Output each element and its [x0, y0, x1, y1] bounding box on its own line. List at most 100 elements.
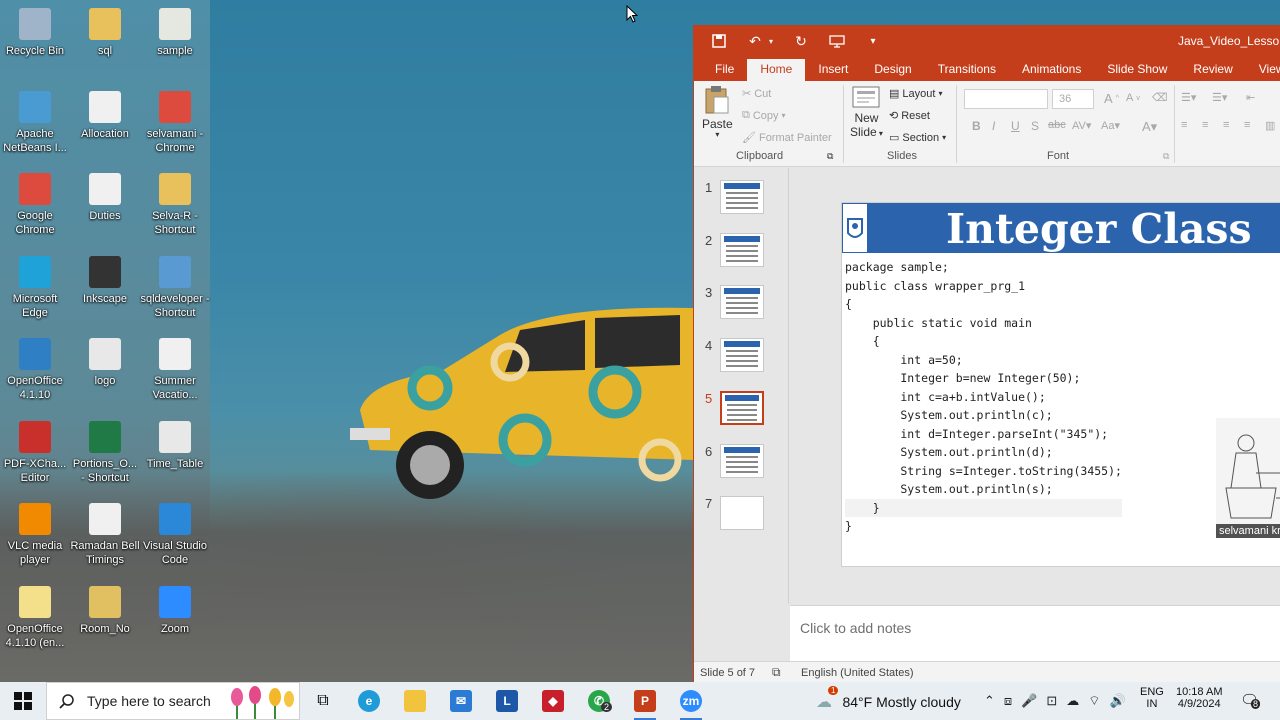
numbering-icon[interactable]: ☰▾ — [1212, 91, 1227, 104]
desktop-icon[interactable]: sample — [140, 4, 210, 58]
desktop-icon[interactable]: OpenOffice 4.1.10 (en... — [0, 582, 70, 650]
slide-thumbnail[interactable]: 2 — [694, 232, 789, 273]
current-slide[interactable]: Integer Class package sample; public clas… — [841, 202, 1280, 567]
taskbar-l-app[interactable]: L — [484, 682, 530, 720]
taskbar-mcafee[interactable]: ◆ — [530, 682, 576, 720]
save-icon[interactable] — [708, 30, 730, 52]
change-case-icon[interactable]: Aa▾ — [1101, 119, 1120, 132]
section-button[interactable]: ▭ Section ▾ — [889, 131, 946, 145]
weather-widget[interactable]: ☁ 1 84°F Mostly cloudy — [816, 686, 961, 712]
slide-thumbnail[interactable]: 3 — [694, 285, 789, 325]
desktop-icon[interactable]: Duties — [70, 169, 140, 223]
tab-design[interactable]: Design — [861, 59, 924, 81]
font-launcher-icon[interactable]: ⧉ — [1163, 151, 1169, 162]
desktop-icon[interactable]: Portions_O... - Shortcut — [70, 417, 140, 485]
tab-review[interactable]: Review — [1180, 59, 1245, 81]
redo-icon[interactable]: ↻ — [790, 30, 812, 52]
start-button[interactable] — [0, 682, 46, 720]
tab-animations[interactable]: Animations — [1009, 59, 1094, 81]
clear-formatting-icon[interactable]: ⌫ — [1152, 91, 1168, 104]
taskbar-powerpoint[interactable]: P — [622, 682, 668, 720]
undo-dropdown-icon[interactable]: ▾ — [766, 30, 776, 52]
volume-icon[interactable]: 🔊 — [1110, 693, 1126, 709]
desktop-icon[interactable]: selvamani - Chrome — [140, 87, 210, 155]
desktop-icon[interactable]: Time_Table — [140, 417, 210, 471]
tab-transitions[interactable]: Transitions — [925, 59, 1009, 81]
tab-home[interactable]: Home — [747, 59, 806, 81]
wifi-icon[interactable]: ⌔ — [1088, 693, 1100, 709]
desktop-icon[interactable]: Summer Vacatio... — [140, 334, 210, 402]
increase-font-icon[interactable]: A ^ — [1104, 91, 1119, 106]
language-indicator[interactable]: English (United States) — [801, 667, 914, 679]
align-right-icon[interactable]: ≡ — [1223, 119, 1229, 131]
font-size-combobox[interactable]: 36 — [1052, 89, 1094, 109]
strikethrough-icon[interactable]: abc — [1048, 119, 1066, 131]
desktop-icon[interactable]: Allocation — [70, 87, 140, 141]
desktop-icon[interactable]: Selva-R - Shortcut — [140, 169, 210, 237]
notes-pane[interactable]: Click to add notes — [790, 605, 1280, 661]
desktop-icon[interactable]: sqldeveloper - Shortcut — [140, 252, 210, 320]
taskbar-file-explorer[interactable] — [392, 682, 438, 720]
align-left-icon[interactable]: ≡ — [1181, 119, 1187, 131]
desktop-icon[interactable]: PDF-XCha... Editor — [0, 417, 70, 485]
input-language[interactable]: ENG IN — [1140, 686, 1164, 710]
desktop-icon[interactable]: Room_No — [70, 582, 140, 636]
font-name-combobox[interactable] — [964, 89, 1048, 109]
microphone-icon[interactable]: 🎤 — [1021, 693, 1037, 709]
task-view-button[interactable]: ⧉ — [300, 682, 346, 720]
chevron-up-icon[interactable]: ⌃ — [984, 693, 995, 709]
taskbar-whatsapp[interactable]: ✆ 2 — [576, 682, 622, 720]
copy-button[interactable]: ⧉ Copy ▾ — [742, 109, 786, 122]
italic-icon[interactable]: I — [992, 119, 995, 133]
taskbar-search-box[interactable]: Type here to search — [46, 682, 300, 720]
justify-icon[interactable]: ≡ — [1244, 119, 1250, 131]
paste-button[interactable]: Paste ▾ — [702, 85, 733, 139]
slide-thumbnail[interactable]: 6 — [694, 443, 789, 484]
indent-icon[interactable]: ⇤ — [1246, 91, 1255, 104]
tab-slide-show[interactable]: Slide Show — [1094, 59, 1180, 81]
cut-button[interactable]: ✂ Cut — [742, 87, 771, 101]
align-center-icon[interactable]: ≡ — [1202, 119, 1208, 131]
desktop-icon[interactable]: VLC media player — [0, 499, 70, 567]
desktop-icon[interactable]: OpenOffice 4.1.10 — [0, 334, 70, 402]
desktop-icon[interactable]: Google Chrome — [0, 169, 70, 237]
desktop-icon[interactable]: Recycle Bin — [0, 4, 70, 58]
slide-thumbnail[interactable]: 4 — [694, 338, 789, 378]
desktop-icon[interactable]: Ramadan Bell Timings — [70, 499, 140, 567]
taskbar-mail[interactable]: ✉ — [438, 682, 484, 720]
tab-file[interactable]: File — [702, 59, 747, 81]
desktop-icon[interactable]: Zoom — [140, 582, 210, 636]
desktop-icon[interactable]: Visual Studio Code — [140, 499, 210, 567]
meet-now-icon[interactable]: ⧈ — [1004, 693, 1012, 709]
taskbar-zoom[interactable]: zm — [668, 682, 714, 720]
font-color-icon[interactable]: A▾ — [1142, 119, 1157, 135]
bold-icon[interactable]: B — [972, 119, 981, 133]
slide-thumbnail[interactable]: 7 — [694, 496, 789, 536]
tab-insert[interactable]: Insert — [805, 59, 861, 81]
slide-thumbnail[interactable]: 5 — [694, 390, 789, 431]
slide-thumbnail[interactable]: 1 — [694, 180, 789, 220]
desktop-icon[interactable]: Inkscape — [70, 252, 140, 306]
reset-button[interactable]: ⟲ Reset — [889, 109, 930, 123]
customize-toolbar-icon[interactable]: ▾ — [862, 30, 884, 52]
bullets-icon[interactable]: ☰▾ — [1181, 91, 1196, 104]
char-spacing-icon[interactable]: AV▾ — [1072, 119, 1091, 132]
decrease-font-icon[interactable]: Av — [1126, 92, 1140, 104]
present-icon[interactable] — [826, 30, 848, 52]
taskbar-edge[interactable]: e — [346, 682, 392, 720]
underline-icon[interactable]: U — [1011, 119, 1020, 133]
desktop-icon[interactable]: Apache NetBeans I... — [0, 87, 70, 155]
spell-check-icon[interactable]: ⧉ — [772, 665, 781, 680]
network-share-icon[interactable]: ⊡ — [1046, 693, 1057, 709]
desktop-icon[interactable]: Microsoft Edge — [0, 252, 70, 320]
clipboard-launcher-icon[interactable]: ⧉ — [827, 151, 833, 162]
clock[interactable]: 10:18 AM 4/9/2024 — [1176, 686, 1222, 710]
undo-icon[interactable]: ↶ — [744, 30, 766, 52]
notification-center-icon[interactable]: 🗨 8 — [1240, 691, 1261, 709]
shadow-icon[interactable]: S — [1031, 119, 1039, 133]
cloud-sync-icon[interactable]: ☁ — [1066, 693, 1079, 709]
new-slide-button[interactable]: New Slide ▾ — [850, 85, 883, 139]
columns-icon[interactable]: ▥ — [1265, 119, 1275, 132]
desktop-icon[interactable]: sql — [70, 4, 140, 58]
format-painter-button[interactable]: 🖌 Format Painter — [742, 131, 832, 145]
